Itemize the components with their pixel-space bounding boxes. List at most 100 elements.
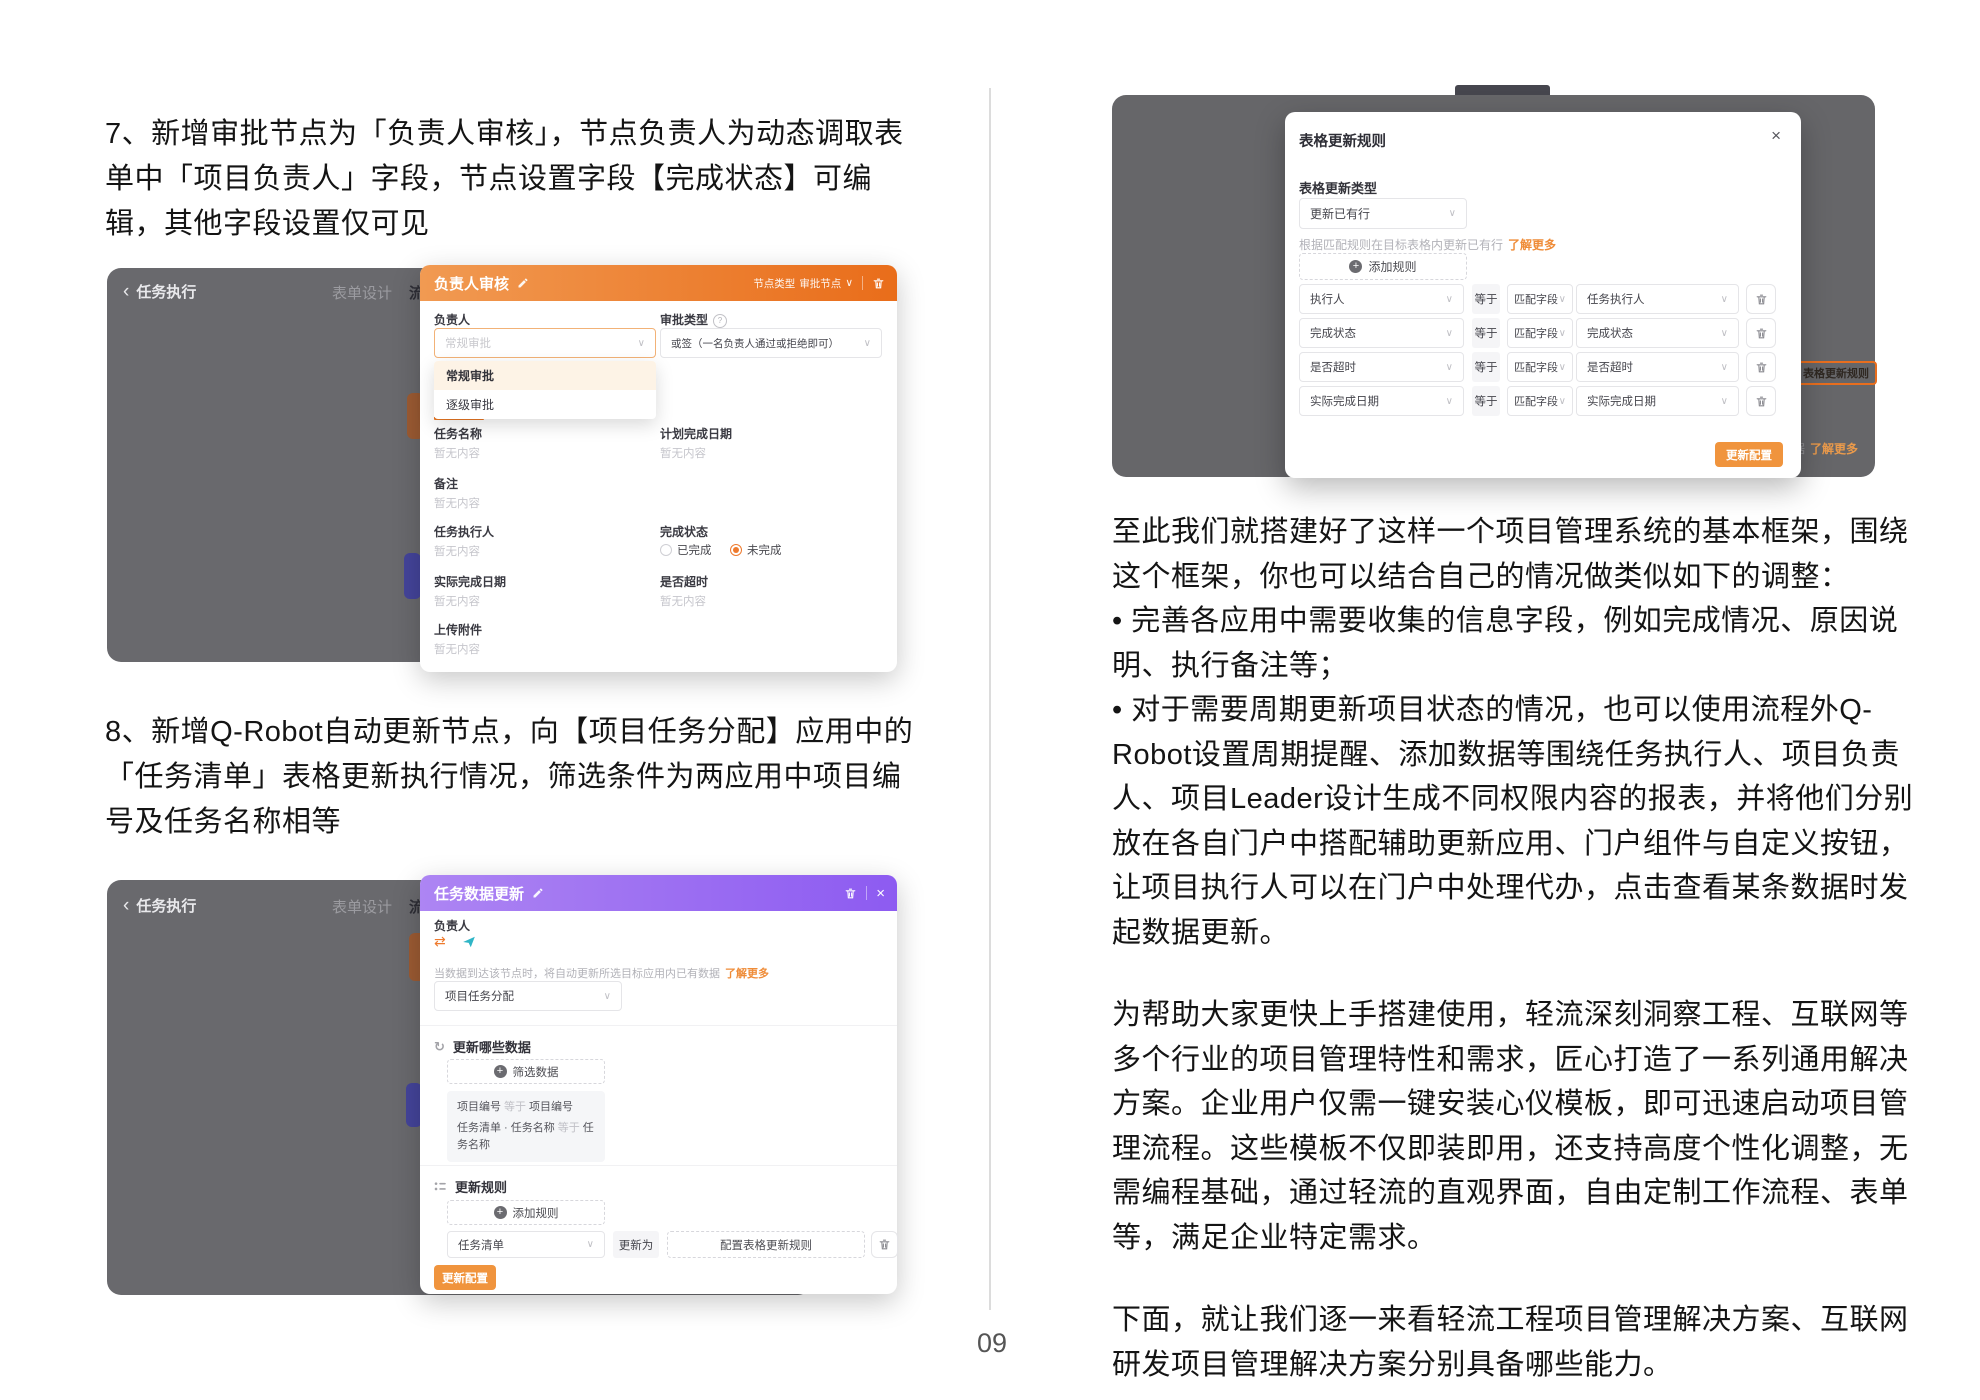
filter-data-button[interactable]: + 筛选数据 (447, 1059, 605, 1084)
delete-rule-button[interactable] (1746, 386, 1776, 416)
field-remark-label: 备注 (434, 477, 459, 491)
paragraph: 下面，就让我们逐一来看轻流工程项目管理解决方案、互联网研发项目管理解决方案分别具… (1112, 1304, 1909, 1381)
approval-node-dialog: 负责人审核 节点类型 审批节点 ∨ 负责人 常规审批 ∨ 常规审批 逐级审批 审… (420, 265, 897, 672)
menu-item-level-approval[interactable]: 逐级审批 (434, 390, 656, 419)
match-mode-select[interactable]: 匹配字段 ∨ (1507, 284, 1573, 314)
delete-rule-button[interactable] (1746, 284, 1776, 314)
chevron-down-icon: ∨ (1720, 361, 1728, 373)
column-divider (989, 88, 991, 1310)
section-divider (420, 1025, 897, 1026)
send-icon[interactable] (462, 935, 476, 949)
highlighted-table-update-rule-chip[interactable]: 表格更新规则 (1795, 361, 1877, 385)
chevron-down-icon: ∨ (1445, 395, 1453, 407)
approve-type-select[interactable]: 或签（一名负责人通过或拒绝即可） ∨ (660, 328, 882, 358)
back-button[interactable]: ‹ 任务执行 (123, 895, 196, 916)
close-icon[interactable]: × (876, 886, 885, 901)
rule-field-select[interactable]: 执行人 ∨ (1299, 284, 1464, 314)
modal-helper-text: 根据匹配规则在目标表格内更新已有行 了解更多 (1299, 238, 1557, 252)
back-button[interactable]: ‹ 任务执行 (123, 281, 196, 302)
chevron-down-icon: ∨ (1445, 327, 1453, 339)
match-value-select[interactable]: 任务执行人 ∨ (1576, 284, 1739, 314)
edit-icon[interactable] (532, 887, 544, 899)
tab-clipped: 流 (409, 285, 420, 302)
section-update-rules: 更新规则 (434, 1177, 507, 1196)
node-type-select[interactable]: 节点类型 审批节点 ∨ (753, 276, 853, 291)
field-status-label: 完成状态 (660, 525, 709, 539)
paragraph: 至此我们就搭建好了这样一个项目管理系统的基本框架，围绕这个框架，你也可以结合自己… (1112, 516, 1909, 593)
learn-more-link[interactable]: 了解更多 (725, 968, 769, 980)
match-value-select[interactable]: 实际完成日期 ∨ (1576, 386, 1739, 416)
owner-select-value: 常规审批 (445, 338, 491, 350)
update-type-select[interactable]: 更新已有行 ∨ (1299, 198, 1467, 229)
radio-done[interactable] (660, 544, 672, 556)
tab-form-design[interactable]: 表单设计 (332, 896, 392, 917)
info-icon: ? (713, 313, 728, 328)
update-config-button[interactable]: 更新配置 (434, 1265, 496, 1290)
add-rule-button[interactable]: + 添加规则 (447, 1200, 605, 1225)
chevron-down-icon: ∨ (1558, 395, 1566, 407)
step7-paragraph: 7、新增审批节点为「负责人审核」，节点负责人为动态调取表单中「项目负责人」字段，… (105, 118, 904, 240)
match-mode-select[interactable]: 匹配字段 ∨ (1507, 318, 1573, 348)
owner-dropdown-menu: 常规审批 逐级审批 (434, 361, 656, 419)
learn-more-link[interactable]: 了解更多 (1508, 238, 1556, 252)
target-app-select[interactable]: 项目任务分配 ∨ (434, 981, 622, 1011)
field-actual-date-label: 实际完成日期 (434, 575, 507, 589)
radio-undone[interactable] (729, 544, 742, 556)
swap-icon[interactable]: ⇄ (434, 933, 446, 950)
status-radio-group: 已完成 未完成 (660, 541, 795, 559)
delete-rule-button[interactable] (871, 1231, 898, 1258)
approve-type-value: 或签（一名负责人通过或拒绝即可） (671, 337, 839, 350)
document-page: 09 7、新增审批节点为「负责人审核」，节点负责人为动态调取表单中「项目负责人」… (0, 0, 1980, 1400)
add-rule-button[interactable]: + 添加规则 (1299, 253, 1467, 280)
rule-field-select[interactable]: 实际完成日期 ∨ (1299, 386, 1464, 416)
dialog-title: 负责人审核 (434, 275, 510, 293)
owner-label: 负责人 (434, 919, 471, 933)
radio-undone-label: 未完成 (746, 545, 782, 557)
close-icon[interactable]: × (1771, 126, 1781, 146)
chevron-down-icon: ∨ (1558, 293, 1566, 305)
step8-paragraph: 8、新增Q-Robot自动更新节点，向【项目任务分配】应用中的「任务清单」表格更… (105, 716, 914, 838)
field-plan-date-label: 计划完成日期 (660, 427, 733, 441)
chevron-down-icon: ∨ (1558, 327, 1566, 339)
learn-more-link[interactable]: 了解更多 (1810, 442, 1858, 456)
update-config-button[interactable]: 更新配置 (1715, 442, 1783, 467)
tab-form-design[interactable]: 表单设计 (332, 282, 392, 303)
delete-rule-button[interactable] (1746, 352, 1776, 382)
rule-field-select[interactable]: 是否超时 ∨ (1299, 352, 1464, 382)
bullet-item: • 完善各应用中需要收集的信息字段，例如完成情况、原因说明、执行备注等； (1112, 605, 1899, 682)
refresh-icon: ↻ (434, 1038, 445, 1054)
rules-icon (434, 1180, 447, 1193)
rule-field-select[interactable]: 完成状态 ∨ (1299, 318, 1464, 348)
match-value-select[interactable]: 是否超时 ∨ (1576, 352, 1739, 382)
back-chevron-icon: ‹ (123, 280, 130, 302)
chevron-down-icon: ∨ (603, 990, 611, 1002)
dialog-header: 负责人审核 节点类型 审批节点 ∨ (420, 265, 897, 301)
data-update-dialog: 任务数据更新 × 负责人 ⇄ 当数据到达该节点时，将自动更新所选目标应用内已有数… (420, 875, 898, 1294)
operator-chip: 等于 (1472, 352, 1500, 382)
tab-clipped: 流 (409, 899, 420, 916)
section-divider (420, 1165, 897, 1166)
rule-field-select[interactable]: 任务清单 ∨ (447, 1231, 605, 1258)
flow-node-pill-indigo (404, 553, 421, 599)
match-mode-select[interactable]: 匹配字段 ∨ (1507, 352, 1573, 382)
configure-table-update-rule-button[interactable]: 配置表格更新规则 (667, 1231, 865, 1258)
filter-condition-1: 项目编号 等于 项目编号 (457, 1101, 573, 1113)
match-mode-select[interactable]: 匹配字段 ∨ (1507, 386, 1573, 416)
node-type-label: 节点类型 (753, 277, 796, 290)
page-number: 09 (976, 1328, 1008, 1358)
match-value-select[interactable]: 完成状态 ∨ (1576, 318, 1739, 348)
plus-icon: + (493, 1065, 507, 1078)
delete-node-icon[interactable] (844, 887, 857, 900)
chevron-down-icon: ∨ (1720, 327, 1728, 339)
menu-item-regular-approval[interactable]: 常规审批 (434, 361, 656, 390)
chevron-down-icon: ∨ (1445, 293, 1453, 305)
owner-select[interactable]: 常规审批 ∨ (434, 328, 656, 358)
section-filter-data: ↻ 更新哪些数据 (434, 1038, 531, 1056)
edit-icon[interactable] (517, 277, 529, 289)
delete-rule-button[interactable] (1746, 318, 1776, 348)
target-app-value: 项目任务分配 (445, 991, 514, 1003)
delete-node-icon[interactable] (872, 277, 885, 290)
operator-chip: 等于 (1472, 318, 1500, 348)
operator-chip: 等于 (1472, 284, 1500, 314)
owner-label: 负责人 (434, 313, 471, 327)
